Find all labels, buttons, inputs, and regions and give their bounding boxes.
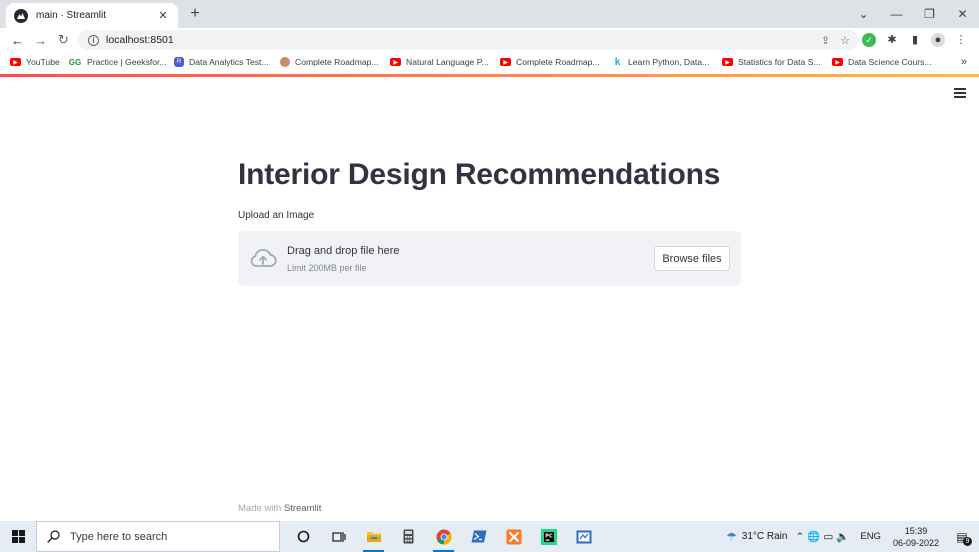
window-controls: ⌄ — ❐ ✕ [847,0,979,28]
weather-widget[interactable]: ☂ 31°C Rain [726,530,787,544]
chrome-icon[interactable] [426,521,461,552]
notification-count: 9 [963,536,972,546]
extension-check-icon[interactable]: ✓ [862,33,876,47]
close-window-button[interactable]: ✕ [946,7,979,21]
taskbar-search-box[interactable]: Type here to search [36,521,280,552]
browse-files-button[interactable]: Browse files [654,246,730,271]
taskbar-clock[interactable]: 15:39 06-09-2022 [893,525,939,549]
search-icon [47,530,60,543]
bookmark-star-icon[interactable]: ☆ [840,34,850,47]
youtube-icon: ▶ [500,58,511,66]
back-arrow-icon[interactable]: ← [6,33,29,48]
browser-toolbar: ← → ↻ i localhost:8501 ⇪ ☆ ✓ ✱ ▮ ● ⋮ [0,28,979,52]
extensions-puzzle-icon[interactable]: ✱ [885,33,899,47]
profile-avatar-icon[interactable]: ● [931,33,945,47]
windows-taskbar: Type here to search PC ☂ 31°C Rain ⌃🌐▭🔈 … [0,521,979,552]
extensions-area: ✓ ✱ ▮ ● ⋮ [862,28,968,52]
dropzone-instructions: Drag and drop file here [287,245,400,257]
screenshot-tool-icon[interactable] [566,521,601,552]
bookmark-complete-roadmap-1[interactable]: Complete Roadmap... [280,57,390,67]
task-view-icon[interactable] [321,521,356,552]
bookmark-statistics[interactable]: ▶ Statistics for Data S... [722,57,832,67]
file-explorer-icon[interactable] [356,521,391,552]
bookmark-data-science[interactable]: ▶ Data Science Cours... [832,57,942,67]
bookmark-complete-roadmap-2[interactable]: ▶ Complete Roadmap... [500,57,612,67]
calculator-icon[interactable] [391,521,426,552]
reload-icon[interactable]: ↻ [52,32,75,48]
youtube-icon: ▶ [722,58,733,66]
start-button[interactable] [0,521,36,552]
avatar-icon [280,57,290,67]
page-title: Interior Design Recommendations [238,158,721,191]
language-indicator[interactable]: ENG [860,531,881,542]
r-icon: R [174,57,184,67]
pycharm-icon[interactable]: PC [531,521,566,552]
main-menu-icon[interactable] [954,88,966,98]
file-dropzone[interactable]: Drag and drop file here Limit 200MB per … [238,231,741,286]
clock-time: 15:39 [904,525,928,536]
xampp-icon[interactable] [496,521,531,552]
streamlit-decoration-bar [0,74,979,77]
bookmark-youtube[interactable]: ▶ YouTube [10,57,68,67]
bookmarks-overflow-icon[interactable]: » [961,52,967,72]
youtube-icon: ▶ [832,58,843,66]
powershell-icon[interactable] [461,521,496,552]
bookmark-data-analytics[interactable]: R Data Analytics Test... [174,57,280,67]
rain-icon: ☂ [726,529,737,544]
forward-arrow-icon[interactable]: → [29,33,52,48]
system-tray: ☂ 31°C Rain ⌃🌐▭🔈 ENG 15:39 06-09-2022 ▤ 9 [726,521,979,552]
youtube-icon: ▶ [10,58,21,66]
bookmarks-bar: ▶ YouTube GG Practice | Geeksfor... R Da… [0,52,979,72]
youtube-icon: ▶ [390,58,401,66]
cortana-icon[interactable] [286,521,321,552]
browser-tab-strip: main · Streamlit ✕ + ⌄ — ❐ ✕ [0,0,979,28]
windows-logo-icon [11,530,25,543]
geeksforgeeks-icon: GG [68,57,82,67]
tray-system-icons[interactable]: ⌃🌐▭🔈 [795,530,852,543]
side-panel-icon[interactable]: ▮ [908,33,922,47]
bookmark-learn-python[interactable]: k Learn Python, Data... [612,56,722,68]
cloud-upload-icon [250,248,277,267]
footer: Made with Streamlit [238,503,322,514]
bookmark-geeksforgeeks[interactable]: GG Practice | Geeksfor... [68,57,174,67]
notification-center-icon[interactable]: ▤ 9 [951,530,973,546]
streamlit-link[interactable]: Streamlit [284,503,321,514]
dropzone-limit: Limit 200MB per file [287,263,367,273]
tab-search-icon[interactable]: ⌄ [847,7,880,21]
streamlit-favicon-icon [14,8,28,23]
browser-menu-icon[interactable]: ⋮ [954,33,968,47]
restore-button[interactable]: ❐ [913,7,946,21]
tab-close-icon[interactable]: ✕ [156,9,170,22]
browser-tab-active[interactable]: main · Streamlit ✕ [6,3,178,28]
search-placeholder: Type here to search [70,530,168,543]
k-icon: k [614,56,621,68]
clock-date: 06-09-2022 [892,537,939,548]
new-tab-button[interactable]: + [186,5,204,23]
url-text: localhost:8501 [106,34,174,46]
bookmark-natural-language[interactable]: ▶ Natural Language P... [390,57,500,67]
share-icon[interactable]: ⇪ [821,34,830,47]
upload-label: Upload an Image [238,210,315,221]
tab-title: main · Streamlit [36,10,107,21]
address-bar[interactable]: i localhost:8501 ⇪ ☆ [78,30,858,50]
taskbar-apps: PC [286,521,601,552]
site-info-icon[interactable]: i [88,34,99,46]
minimize-button[interactable]: — [880,7,913,21]
svg-text:PC: PC [545,533,553,539]
